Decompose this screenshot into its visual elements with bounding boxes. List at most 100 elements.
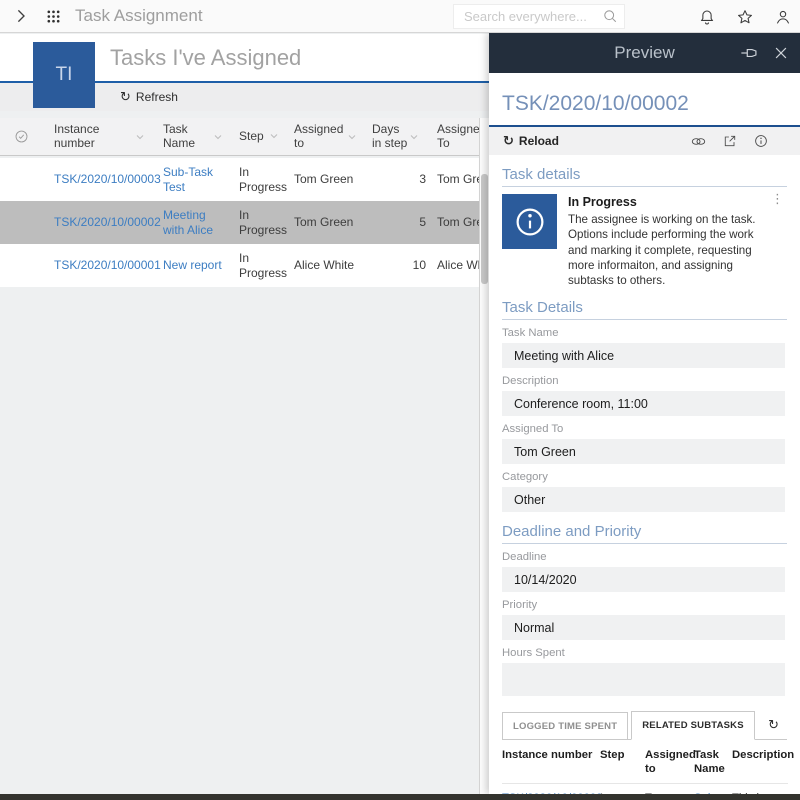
close-panel-button[interactable] [772,44,790,62]
expand-sidebar-button[interactable] [12,7,30,25]
status-description: The assignee is working on the task. Opt… [568,212,787,288]
table-row-selected[interactable]: TSK/2020/10/00002 Meeting with Alice In … [0,201,479,244]
record-title: TSK/2020/10/00002 [502,92,787,116]
link-icon [690,133,707,150]
preview-toolbar: ↻ Reload [489,127,800,155]
column-label: Assigned to [294,123,340,151]
refresh-icon: ↻ [120,91,131,104]
status-info-tile [502,194,557,249]
subtask-instance-link[interactable]: TSK/2020/10/00003 [502,784,600,794]
refresh-button[interactable]: ↻ Refresh [120,90,178,104]
table-row[interactable]: TSK/2020/10/00001 New report In Progress… [0,244,479,287]
task-name-link[interactable]: Sub-Task Test [154,165,232,195]
close-icon [772,44,790,62]
preview-title: Preview [614,43,674,63]
column-header-step[interactable]: Step [232,130,288,144]
reload-button[interactable]: ↻ Reload [503,134,559,148]
section-header-task-details: Task Details [502,299,787,320]
status-menu-button[interactable]: ⋮ [771,192,784,207]
subtask-task-name-link[interactable]: Sub-Task Test [694,784,732,794]
chevron-down-icon[interactable] [134,131,146,143]
subtask-tabs: LOGGED TIME SPENT RELATED SUBTASKS ↻ [502,711,787,740]
tab-related-subtasks[interactable]: RELATED SUBTASKS [631,711,755,740]
field-label: Hours Spent [502,647,785,659]
column-header-task-name[interactable]: Task Name [154,123,232,151]
assigned-to-cell: Alice White [288,258,366,273]
favorites-button[interactable] [736,8,754,26]
app-root: Task Assignment [0,0,800,800]
open-record-button[interactable] [722,133,738,149]
step-cell: In Progress [232,165,288,195]
chevron-down-icon[interactable] [268,130,280,142]
search-icon[interactable] [602,8,618,24]
assigned-to-2-cell: Tom Green [428,215,479,230]
chevron-down-icon[interactable] [408,131,420,143]
copy-link-button[interactable] [690,133,707,150]
bell-icon [698,8,716,26]
chevron-down-icon[interactable] [212,131,224,143]
field-deadline: Deadline 10/14/2020 [502,551,785,592]
instance-link[interactable]: TSK/2020/10/00002 [42,215,154,230]
subtask-column-description: Description [732,740,788,782]
table-row[interactable]: TSK/2020/10/00003 Sub-Task Test In Progr… [0,158,479,201]
subtask-column-task-name: Task Name [694,740,732,782]
info-circle-icon [753,133,769,149]
chevron-down-icon[interactable] [346,131,358,143]
subtask-step-cell: In Progress [600,784,645,794]
info-circle-icon [508,200,552,244]
subtask-column-step: Step [600,740,645,782]
assigned-to-2-cell: Alice White [428,258,479,273]
ellipsis-vertical-icon: ⋮ [771,192,784,207]
refresh-label: Refresh [136,90,178,104]
subtask-row[interactable]: TSK/2020/10/00003 In Progress Tom Green … [502,784,788,794]
step-cell: In Progress [232,251,288,281]
account-button[interactable] [774,8,792,26]
field-value: Normal [502,615,785,640]
instance-link[interactable]: TSK/2020/10/00001 [42,258,154,273]
column-header-instance-number[interactable]: Instance number [42,123,154,151]
field-priority: Priority Normal [502,599,785,640]
reload-label: Reload [519,134,559,148]
status-title: In Progress [568,195,787,209]
search-input[interactable] [453,4,625,29]
assigned-to-cell: Tom Green [288,215,366,230]
field-value: 10/14/2020 [502,567,785,592]
bottom-bar [0,794,800,800]
task-name-link[interactable]: Meeting with Alice [154,208,232,238]
list-scrollbar-thumb[interactable] [481,174,488,284]
column-label: Days in step [372,123,408,151]
field-value: Tom Green [502,439,785,464]
status-text: In Progress The assignee is working on t… [568,194,787,288]
field-description: Description Conference room, 11:00 [502,375,785,416]
preview-panel-body: TSK/2020/10/00002 ↻ Reload [489,73,800,794]
instance-link[interactable]: TSK/2020/10/00003 [42,172,154,187]
record-info-button[interactable] [753,133,769,149]
select-all-button[interactable] [14,129,29,144]
avatar-initials: TI [56,64,73,86]
chevron-right-icon [12,7,30,25]
column-header-days-in-step[interactable]: Days in step [366,123,428,151]
pin-panel-button[interactable] [740,43,760,63]
field-label: Assigned To [502,423,785,435]
grid-icon [46,9,61,24]
tab-logged-time-spent[interactable]: LOGGED TIME SPENT [502,712,628,739]
topbar-actions [698,0,792,33]
subtask-assigned-to-cell: Tom Green [645,784,694,794]
list-scrollbar[interactable] [479,118,489,794]
days-in-step-cell: 5 [366,215,428,230]
table-header: Instance number Task Name Step Assigned … [0,118,479,156]
notifications-button[interactable] [698,8,716,26]
status-card: In Progress The assignee is working on t… [502,194,787,288]
page-title: Tasks I've Assigned [110,45,301,71]
assigned-to-2-cell: Tom Green [428,172,479,187]
app-launcher-button[interactable] [46,9,61,24]
field-hours-spent: Hours Spent [502,647,785,696]
task-name-link[interactable]: New report [154,258,232,273]
subtasks-table: Instance number Step Assigned to Task Na… [502,740,788,794]
top-bar: Task Assignment [0,0,800,33]
pin-icon [740,43,760,63]
field-label: Deadline [502,551,785,563]
column-header-assigned-to[interactable]: Assigned to [288,123,366,151]
column-header-assigned-to-2[interactable]: Assigned To [428,123,479,151]
subtasks-refresh-button[interactable]: ↻ [768,719,779,732]
